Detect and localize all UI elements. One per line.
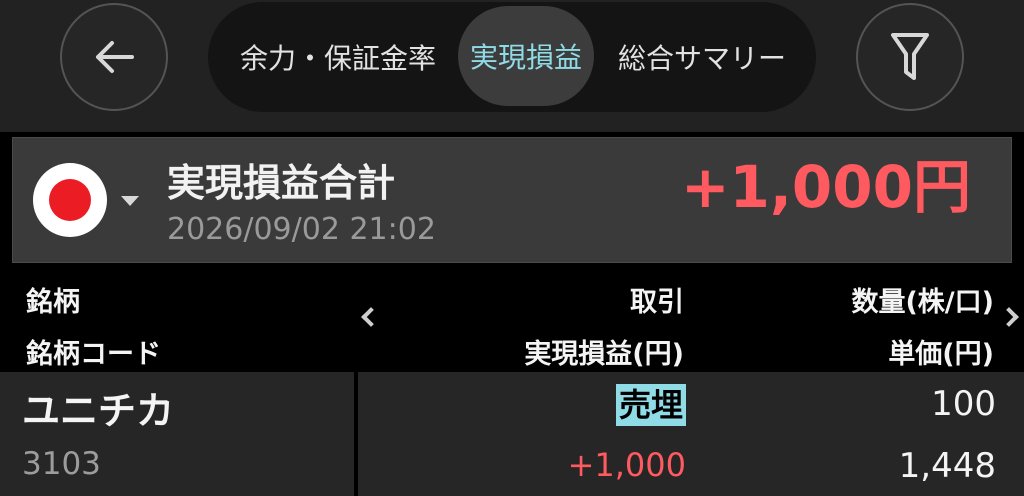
tab-bar: 余力・保証金率 実現損益 総合サマリー <box>208 2 816 112</box>
header-trade-type: 取引 <box>630 287 684 318</box>
caret-down-icon[interactable] <box>121 196 139 206</box>
table-row[interactable]: ユニチカ 3103 売埋 +1,000 100 1,448 <box>0 372 1024 496</box>
stock-code: 3103 <box>22 446 101 482</box>
top-nav-bar: 余力・保証金率 実現損益 総合サマリー <box>0 0 1024 132</box>
tab-realized-pl[interactable]: 実現損益 <box>458 6 594 106</box>
header-stock-name: 銘柄 <box>26 287 80 318</box>
filter-icon <box>891 33 929 80</box>
header-stock-code: 銘柄コード <box>26 339 161 370</box>
header-realized-pl: 実現損益(円) <box>524 339 684 370</box>
chevron-right-icon[interactable] <box>999 307 1019 327</box>
summary-title: 実現損益合計 <box>167 161 396 205</box>
trade-detail-cell[interactable]: 売埋 +1,000 100 1,448 <box>358 372 1024 496</box>
flag-red-disc <box>49 179 91 221</box>
tab-total-summary[interactable]: 総合サマリー <box>602 2 802 112</box>
arrow-left-icon <box>96 41 134 73</box>
header-unit-price: 単価(円) <box>888 339 994 370</box>
realized-pl-value: +1,000 <box>567 446 686 484</box>
realized-pl-summary-card: 実現損益合計 2026/09/02 21:02 +1,000円 <box>12 137 1012 263</box>
table-header: 銘柄 銘柄コード 取引 実現損益(円) 数量(株/口) 単価(円) <box>0 266 1024 370</box>
quantity-value: 100 <box>931 384 996 424</box>
header-quantity: 数量(株/口) <box>851 287 994 318</box>
stock-cell[interactable]: ユニチカ 3103 <box>0 372 354 496</box>
summary-total-value: +1,000円 <box>680 153 971 221</box>
summary-timestamp: 2026/09/02 21:02 <box>167 212 436 247</box>
back-button[interactable] <box>60 3 168 111</box>
tab-margin-ratio[interactable]: 余力・保証金率 <box>218 2 458 112</box>
filter-button[interactable] <box>856 3 964 111</box>
chevron-left-icon[interactable] <box>361 307 381 327</box>
stock-name: ユニチカ <box>22 389 175 433</box>
japan-flag-icon[interactable] <box>33 163 107 237</box>
unit-price-value: 1,448 <box>898 446 996 486</box>
trade-type-badge: 売埋 <box>615 384 686 426</box>
